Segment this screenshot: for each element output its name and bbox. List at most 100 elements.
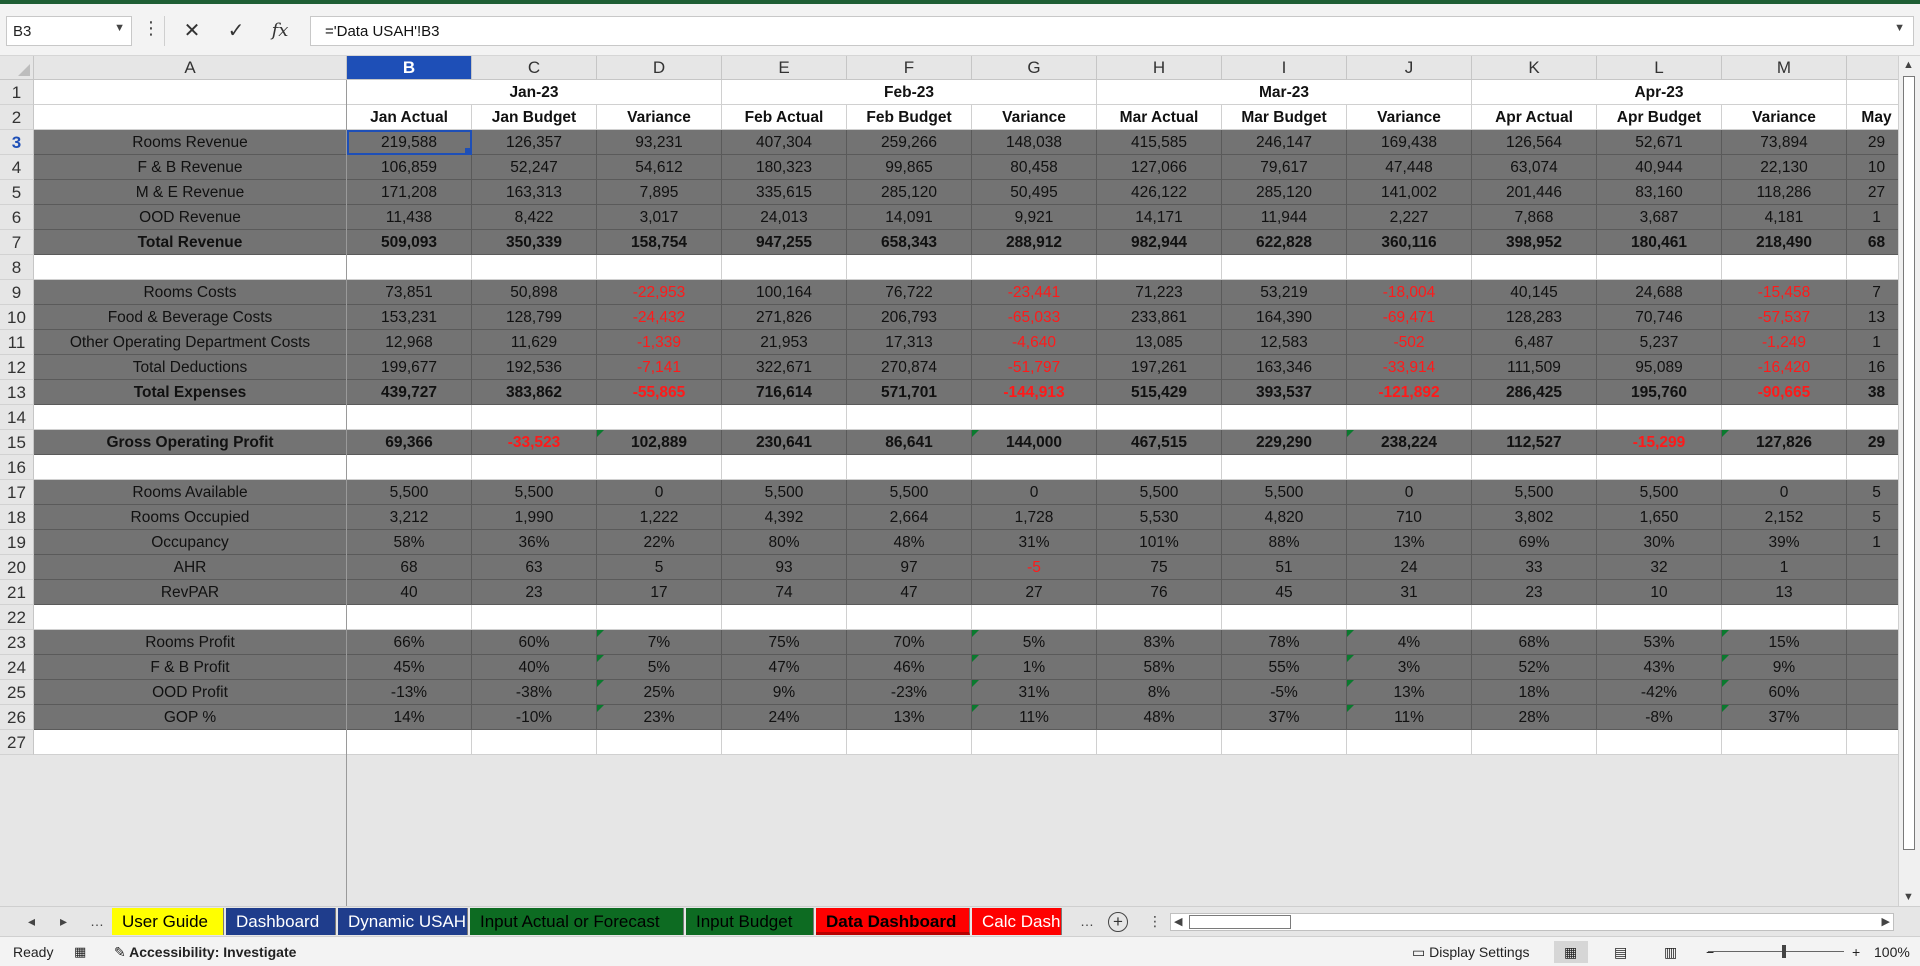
column-header-d[interactable]: D <box>597 56 722 80</box>
cell-h6[interactable]: 14,171 <box>1097 205 1222 230</box>
cell-l7[interactable]: 180,461 <box>1597 230 1722 255</box>
cell-l14[interactable] <box>1597 405 1722 430</box>
cell-h10[interactable]: 233,861 <box>1097 305 1222 330</box>
cell-m14[interactable] <box>1722 405 1847 430</box>
cell-m19[interactable]: 39% <box>1722 530 1847 555</box>
cell-h13[interactable]: 515,429 <box>1097 380 1222 405</box>
cell-c14[interactable] <box>472 405 597 430</box>
cell-k22[interactable] <box>1472 605 1597 630</box>
scroll-left-icon[interactable]: ◀ <box>1174 915 1182 928</box>
cell-m5[interactable]: 118,286 <box>1722 180 1847 205</box>
cell-d7[interactable]: 158,754 <box>597 230 722 255</box>
cell-i25[interactable]: -5% <box>1222 680 1347 705</box>
cell-g26[interactable]: 11% <box>972 705 1097 730</box>
cell-h23[interactable]: 83% <box>1097 630 1222 655</box>
cell-a22[interactable] <box>34 605 347 630</box>
cell-e2[interactable]: Feb Actual <box>722 105 847 130</box>
cell-b24[interactable]: 45% <box>347 655 472 680</box>
cell-k18[interactable]: 3,802 <box>1472 505 1597 530</box>
cell-g14[interactable] <box>972 405 1097 430</box>
cell-i27[interactable] <box>1222 730 1347 755</box>
cell-k27[interactable] <box>1472 730 1597 755</box>
row-header-18[interactable]: 18 <box>0 505 34 530</box>
horizontal-scrollbar[interactable]: ◀ ▶ <box>1170 913 1894 931</box>
cell-e27[interactable] <box>722 730 847 755</box>
cell-c11[interactable]: 11,629 <box>472 330 597 355</box>
cell-l11[interactable]: 5,237 <box>1597 330 1722 355</box>
cell-d27[interactable] <box>597 730 722 755</box>
cell-a15[interactable]: Gross Operating Profit <box>34 430 347 455</box>
cell-c26[interactable]: -10% <box>472 705 597 730</box>
cell-h21[interactable]: 76 <box>1097 580 1222 605</box>
cell-a2[interactable] <box>34 105 347 130</box>
more-options-icon[interactable]: ⋮ <box>142 18 160 39</box>
row-header-14[interactable]: 14 <box>0 405 34 430</box>
cell-i5[interactable]: 285,120 <box>1222 180 1347 205</box>
cell-l6[interactable]: 3,687 <box>1597 205 1722 230</box>
cell-l16[interactable] <box>1597 455 1722 480</box>
cell-l23[interactable]: 53% <box>1597 630 1722 655</box>
cell-j15[interactable]: 238,224 <box>1347 430 1472 455</box>
cell-f16[interactable] <box>847 455 972 480</box>
cell-l25[interactable]: -42% <box>1597 680 1722 705</box>
cell-h7[interactable]: 982,944 <box>1097 230 1222 255</box>
cell-m24[interactable]: 9% <box>1722 655 1847 680</box>
cell-j9[interactable]: -18,004 <box>1347 280 1472 305</box>
cell-i12[interactable]: 163,346 <box>1222 355 1347 380</box>
cell-i18[interactable]: 4,820 <box>1222 505 1347 530</box>
cell-j16[interactable] <box>1347 455 1472 480</box>
cell-d11[interactable]: -1,339 <box>597 330 722 355</box>
sheet-options-icon[interactable]: ⋮ <box>1148 913 1162 930</box>
cell-j23[interactable]: 4% <box>1347 630 1472 655</box>
cell-m10[interactable]: -57,537 <box>1722 305 1847 330</box>
cell-j13[interactable]: -121,892 <box>1347 380 1472 405</box>
cell-l13[interactable]: 195,760 <box>1597 380 1722 405</box>
cell-g12[interactable]: -51,797 <box>972 355 1097 380</box>
cell-h11[interactable]: 13,085 <box>1097 330 1222 355</box>
cell-k21[interactable]: 23 <box>1472 580 1597 605</box>
cell-i17[interactable]: 5,500 <box>1222 480 1347 505</box>
cell-h20[interactable]: 75 <box>1097 555 1222 580</box>
cell-e4[interactable]: 180,323 <box>722 155 847 180</box>
cell-l5[interactable]: 83,160 <box>1597 180 1722 205</box>
cell-k7[interactable]: 398,952 <box>1472 230 1597 255</box>
cell-g9[interactable]: -23,441 <box>972 280 1097 305</box>
accessibility-status[interactable]: ✎ Accessibility: Investigate <box>114 944 296 961</box>
cell-a23[interactable]: Rooms Profit <box>34 630 347 655</box>
cell-c17[interactable]: 5,500 <box>472 480 597 505</box>
insert-function-icon[interactable]: fx <box>265 16 295 46</box>
row-header-1[interactable]: 1 <box>0 80 34 105</box>
cell-f13[interactable]: 571,701 <box>847 380 972 405</box>
row-header-8[interactable]: 8 <box>0 255 34 280</box>
cell-j4[interactable]: 47,448 <box>1347 155 1472 180</box>
cell-m20[interactable]: 1 <box>1722 555 1847 580</box>
cell-a8[interactable] <box>34 255 347 280</box>
cell-a4[interactable]: F & B Revenue <box>34 155 347 180</box>
row-header-9[interactable]: 9 <box>0 280 34 305</box>
cell-g27[interactable] <box>972 730 1097 755</box>
cell-i3[interactable]: 246,147 <box>1222 130 1347 155</box>
cell-a25[interactable]: OOD Profit <box>34 680 347 705</box>
row-header-12[interactable]: 12 <box>0 355 34 380</box>
cell-l12[interactable]: 95,089 <box>1597 355 1722 380</box>
cell-c24[interactable]: 40% <box>472 655 597 680</box>
month-header[interactable]: Feb-23 <box>722 80 1097 105</box>
cell-d16[interactable] <box>597 455 722 480</box>
cell-j25[interactable]: 13% <box>1347 680 1472 705</box>
cell-i26[interactable]: 37% <box>1222 705 1347 730</box>
cell-e21[interactable]: 74 <box>722 580 847 605</box>
cell-f3[interactable]: 259,266 <box>847 130 972 155</box>
cell-j19[interactable]: 13% <box>1347 530 1472 555</box>
cell-c2[interactable]: Jan Budget <box>472 105 597 130</box>
cell-j3[interactable]: 169,438 <box>1347 130 1472 155</box>
column-header-k[interactable]: K <box>1472 56 1597 80</box>
cell-j27[interactable] <box>1347 730 1472 755</box>
cell-b3[interactable]: 219,588 <box>347 130 472 155</box>
cell-g3[interactable]: 148,038 <box>972 130 1097 155</box>
cell-j17[interactable]: 0 <box>1347 480 1472 505</box>
cell-j12[interactable]: -33,914 <box>1347 355 1472 380</box>
cell-d6[interactable]: 3,017 <box>597 205 722 230</box>
cell-g16[interactable] <box>972 455 1097 480</box>
cell-c4[interactable]: 52,247 <box>472 155 597 180</box>
cell-l24[interactable]: 43% <box>1597 655 1722 680</box>
